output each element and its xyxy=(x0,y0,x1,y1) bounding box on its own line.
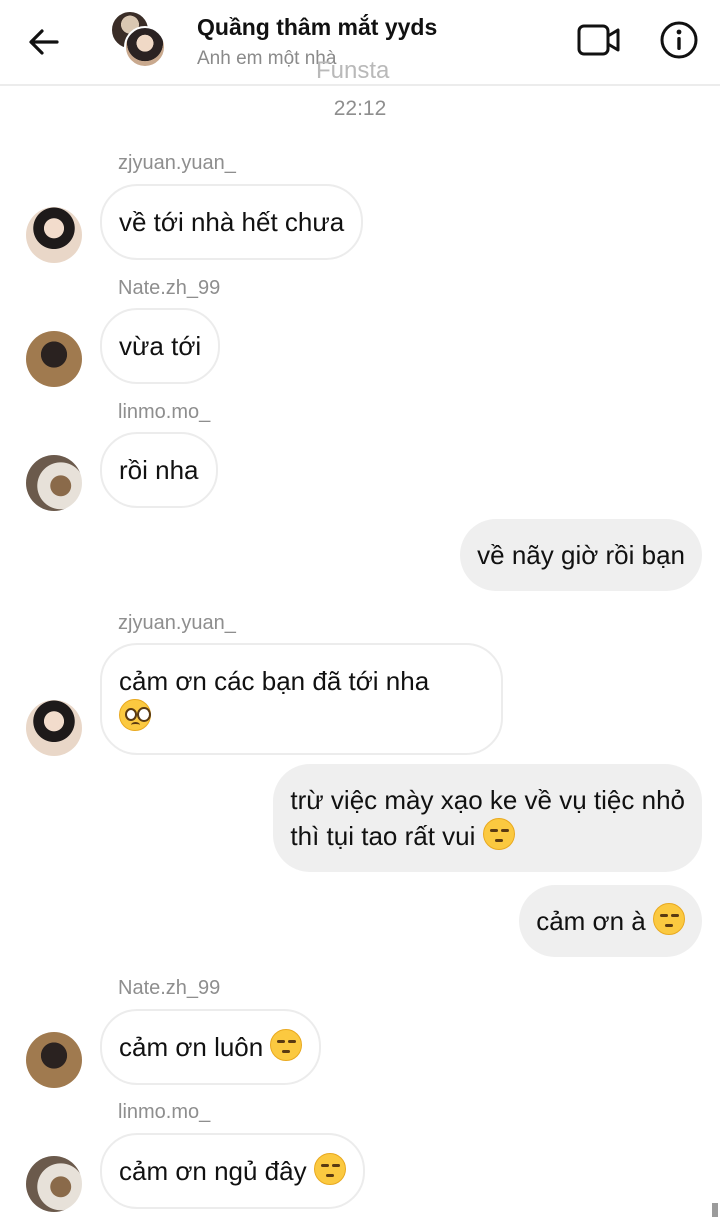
sender-name: zjyuan.yuan_ xyxy=(118,152,236,174)
message-bubble-outgoing[interactable]: trừ việc mày xạo ke về vụ tiệc nhỏ thì t… xyxy=(273,764,702,872)
message-text: cảm ơn các bạn đã tới nha xyxy=(119,666,430,696)
info-button[interactable] xyxy=(658,19,700,61)
arrow-left-icon xyxy=(29,29,59,55)
message-text: về nãy giờ rồi bạn xyxy=(477,540,685,570)
video-call-icon xyxy=(577,24,620,56)
sender-avatar[interactable] xyxy=(26,1156,82,1212)
sender-name: zjyuan.yuan_ xyxy=(118,612,236,634)
sender-name: Nate.zh_99 xyxy=(118,277,221,299)
message-text: cảm ơn à xyxy=(536,906,646,936)
member-avatar xyxy=(124,26,166,68)
sender-avatar[interactable] xyxy=(26,700,82,756)
sender-avatar[interactable] xyxy=(26,207,82,263)
pleading-face-emoji xyxy=(119,699,151,731)
message-text: vừa tới xyxy=(119,331,202,361)
message-bubble-outgoing[interactable]: cảm ơn à xyxy=(519,885,702,957)
message-text: rồi nha xyxy=(119,455,199,485)
smirking-face-emoji xyxy=(270,1029,303,1061)
message-text: cảm ơn ngủ đây xyxy=(119,1156,307,1186)
group-avatar[interactable] xyxy=(110,10,170,70)
message-bubble[interactable]: cảm ơn ngủ đây xyxy=(100,1133,365,1209)
message-text: về tới nhà hết chưa xyxy=(119,207,345,237)
sender-name: linmo.mo_ xyxy=(118,401,211,423)
video-call-button[interactable] xyxy=(576,20,622,60)
info-icon xyxy=(660,21,698,59)
smirking-face-emoji xyxy=(653,903,685,935)
back-button[interactable] xyxy=(22,20,66,64)
message-bubble[interactable]: rồi nha xyxy=(100,432,218,508)
message-bubble[interactable]: về tới nhà hết chưa xyxy=(100,184,364,260)
sender-avatar[interactable] xyxy=(26,331,82,387)
chat-title[interactable]: Quầng thâm mắt yyds xyxy=(197,14,437,41)
sender-name: Nate.zh_99 xyxy=(118,977,221,999)
message-timestamp: 22:12 xyxy=(333,97,387,120)
smirking-face-emoji xyxy=(313,1153,346,1185)
message-bubble[interactable]: vừa tới xyxy=(100,308,221,384)
message-bubble[interactable]: cảm ơn luôn xyxy=(100,1009,322,1085)
message-text: trừ việc mày xạo ke về vụ tiệc nhỏ xyxy=(290,785,685,815)
message-bubble-outgoing[interactable]: về nãy giờ rồi bạn xyxy=(460,519,702,591)
message-text: cảm ơn luôn xyxy=(119,1032,264,1062)
scrollbar-thumb[interactable] xyxy=(712,1203,718,1217)
chat-header: Quầng thâm mắt yyds Anh em một nhà Funst… xyxy=(0,0,720,86)
smirking-face-emoji xyxy=(482,818,515,850)
sender-name: linmo.mo_ xyxy=(118,1101,211,1123)
message-text: thì tụi tao rất vui xyxy=(290,821,476,851)
sender-avatar[interactable] xyxy=(26,455,82,511)
sender-avatar[interactable] xyxy=(26,1032,82,1088)
message-bubble[interactable]: cảm ơn các bạn đã tới nha xyxy=(100,643,503,755)
watermark: Funsta xyxy=(316,57,390,84)
